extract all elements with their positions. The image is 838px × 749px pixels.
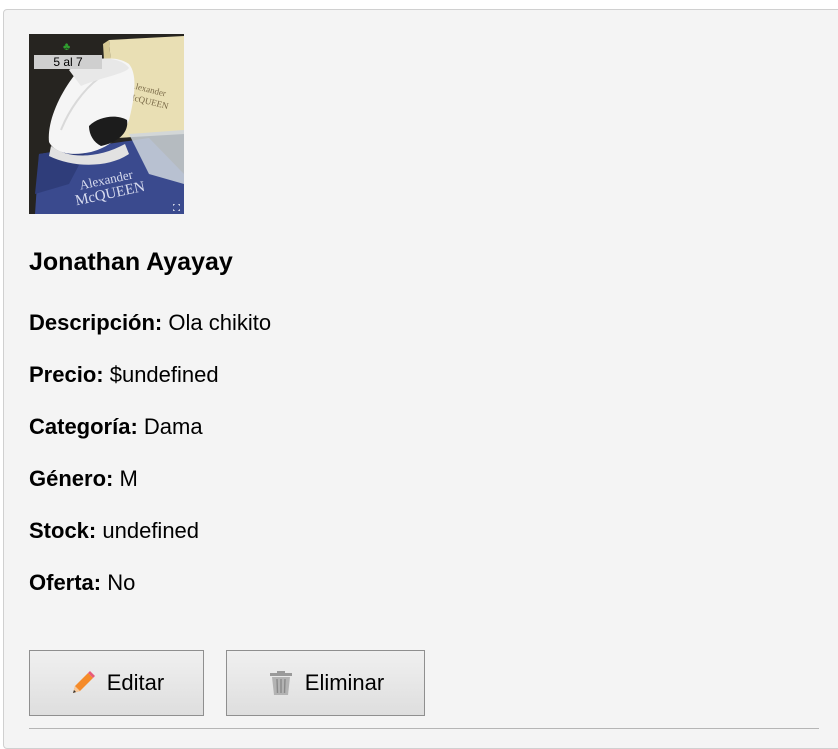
field-gender: Género: M <box>29 466 138 492</box>
field-price: Precio: $undefined <box>29 362 219 388</box>
product-image[interactable]: Alexander McQUEEN Alexander McQUEEN ♣ 5 … <box>29 34 184 214</box>
edit-button-label: Editar <box>106 670 165 695</box>
field-value: No <box>107 570 136 595</box>
field-offer: Oferta: No <box>29 570 135 596</box>
product-card: Alexander McQUEEN Alexander McQUEEN ♣ 5 … <box>3 9 838 749</box>
field-value: Ola chikito <box>168 310 272 335</box>
field-label: Categoría: <box>29 414 138 439</box>
delete-button-label: Eliminar <box>304 670 385 695</box>
field-label: Precio: <box>29 362 104 387</box>
delete-button[interactable]: Eliminar <box>226 650 425 716</box>
field-label: Oferta: <box>29 570 102 595</box>
field-value: undefined <box>102 518 200 543</box>
clover-icon: ♣ <box>63 41 71 53</box>
divider <box>29 728 819 729</box>
edit-button[interactable]: Editar <box>29 650 204 716</box>
field-category: Categoría: Dama <box>29 414 203 440</box>
field-value: Dama <box>143 414 203 439</box>
field-value: M <box>119 466 138 491</box>
trash-icon <box>267 669 295 697</box>
image-counter: 5 al 7 <box>34 55 102 69</box>
field-label: Descripción: <box>29 310 163 335</box>
field-stock: Stock: undefined <box>29 518 199 544</box>
field-label: Género: <box>29 466 114 491</box>
field-label: Stock: <box>29 518 97 543</box>
expand-icon[interactable] <box>173 204 180 211</box>
pencil-icon <box>69 669 97 697</box>
product-name: Jonathan Ayayay <box>29 248 233 276</box>
field-description: Descripción: Ola chikito <box>29 310 271 336</box>
field-value: $undefined <box>109 362 219 387</box>
